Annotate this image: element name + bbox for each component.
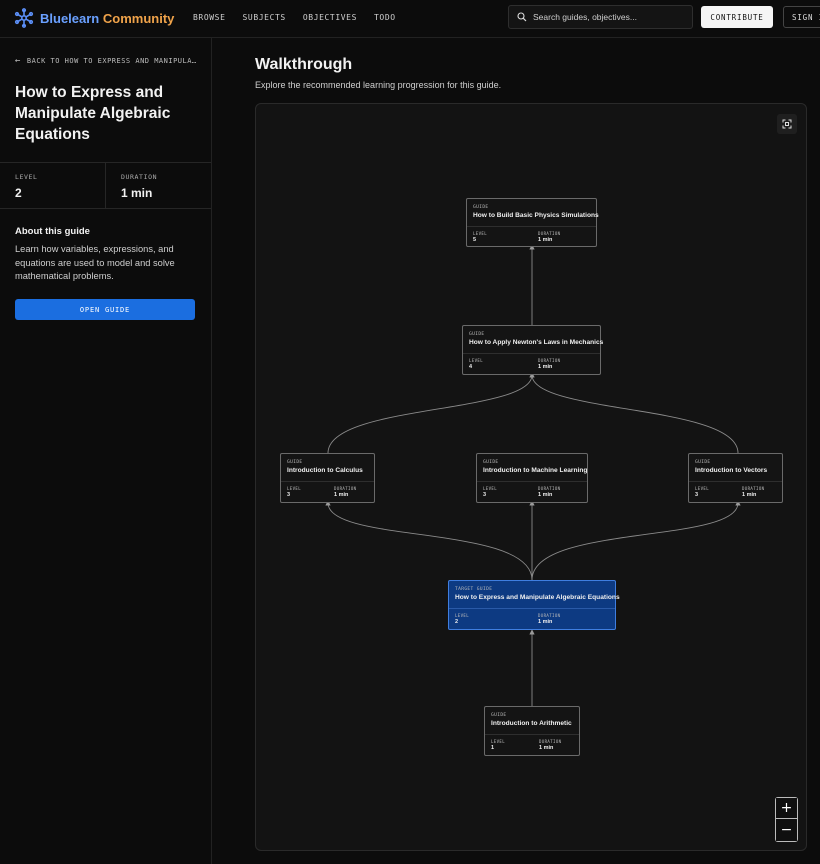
graph-node-vectors[interactable]: GUIDE Introduction to Vectors LEVEL 3 DU… <box>688 453 783 503</box>
open-guide-button[interactable]: OPEN GUIDE <box>15 299 195 320</box>
node-level-label: LEVEL <box>483 486 498 491</box>
node-duration-value: 1 min <box>538 492 553 498</box>
page-title: Walkthrough <box>255 56 353 73</box>
walkthrough-graph-canvas[interactable]: GUIDE How to Build Basic Physics Simulat… <box>255 103 807 851</box>
guide-stats: LEVEL 2 DURATION 1 min <box>0 162 211 209</box>
node-title: Introduction to Calculus <box>287 467 363 474</box>
nav-objectives[interactable]: OBJECTIVES <box>303 13 357 22</box>
graph-node-arithmetic[interactable]: GUIDE Introduction to Arithmetic LEVEL 1… <box>484 706 580 756</box>
node-type: GUIDE <box>469 332 485 337</box>
node-duration-label: DURATION <box>538 358 561 363</box>
search-input[interactable] <box>533 12 683 22</box>
brand-logo[interactable]: Bluelearn Community <box>14 8 174 28</box>
node-title: Introduction to Arithmetic <box>491 720 572 727</box>
node-divider <box>485 734 579 735</box>
sign-in-button[interactable]: SIGN IN <box>783 6 820 28</box>
node-level-value: 3 <box>483 492 487 498</box>
node-duration-label: DURATION <box>742 486 765 491</box>
node-duration-label: DURATION <box>538 486 561 491</box>
node-title: Introduction to Machine Learning <box>483 467 588 474</box>
level-value: 2 <box>15 186 22 200</box>
zoom-controls: + − <box>775 797 798 842</box>
node-level-label: LEVEL <box>473 231 488 236</box>
node-title: How to Apply Newton's Laws in Mechanics <box>469 339 604 346</box>
search-box <box>508 5 693 29</box>
node-divider <box>477 481 587 482</box>
search-icon <box>517 12 527 22</box>
nav-subjects[interactable]: SUBJECTS <box>243 13 286 22</box>
node-divider <box>281 481 374 482</box>
node-type: GUIDE <box>483 460 499 465</box>
edge-calculus-newton <box>327 372 535 454</box>
node-duration-label: DURATION <box>538 231 561 236</box>
fit-view-icon <box>782 119 792 129</box>
guide-sidebar: ← BACK TO HOW TO EXPRESS AND MANIPULA… H… <box>0 38 212 864</box>
node-level-label: LEVEL <box>491 739 506 744</box>
node-divider <box>467 226 596 227</box>
node-level-value: 5 <box>473 237 477 243</box>
node-type: GUIDE <box>473 205 489 210</box>
node-duration-label: DURATION <box>334 486 357 491</box>
duration-stat: DURATION 1 min <box>105 163 211 208</box>
graph-node-calculus[interactable]: GUIDE Introduction to Calculus LEVEL 3 D… <box>280 453 375 503</box>
arrow-left-icon: ← <box>15 56 21 66</box>
node-level-value: 2 <box>455 619 459 625</box>
page-subtitle: Explore the recommended learning progres… <box>255 80 502 90</box>
zoom-in-button[interactable]: + <box>775 797 798 819</box>
graph-node-newtons-laws[interactable]: GUIDE How to Apply Newton's Laws in Mech… <box>462 325 604 375</box>
duration-value: 1 min <box>121 186 153 200</box>
node-level-label: LEVEL <box>695 486 710 491</box>
nav-browse[interactable]: BROWSE <box>193 13 226 22</box>
back-link-label: BACK TO HOW TO EXPRESS AND MANIPULA… <box>26 57 197 65</box>
about-heading: About this guide <box>15 226 90 237</box>
node-duration-value: 1 min <box>538 237 553 243</box>
node-duration-value: 1 min <box>334 492 349 498</box>
level-label: LEVEL <box>15 173 38 181</box>
node-level-value: 3 <box>287 492 291 498</box>
node-level-label: LEVEL <box>455 613 470 618</box>
node-duration-value: 1 min <box>742 492 757 498</box>
graph-node-machine-learning[interactable]: GUIDE Introduction to Machine Learning L… <box>476 453 588 503</box>
nav-todo[interactable]: TODO <box>374 13 396 22</box>
node-divider <box>689 481 782 482</box>
node-duration-label: DURATION <box>538 613 561 618</box>
brand-name: Bluelearn Community <box>40 10 175 26</box>
edge-vectors-newton <box>529 372 739 454</box>
edge-algebra-vectors <box>531 500 741 581</box>
node-level-value: 1 <box>491 745 495 751</box>
guide-title: How to Express and Manipulate Algebraic … <box>15 84 171 143</box>
back-link[interactable]: ← BACK TO HOW TO EXPRESS AND MANIPULA… <box>15 56 197 66</box>
node-type: GUIDE <box>695 460 711 465</box>
node-divider <box>463 353 600 354</box>
contribute-button[interactable]: CONTRIBUTE <box>701 6 773 28</box>
node-title: How to Build Basic Physics Simulations <box>473 212 599 219</box>
node-divider <box>449 608 615 609</box>
duration-label: DURATION <box>121 173 158 181</box>
node-level-value: 4 <box>469 364 473 370</box>
node-level-label: LEVEL <box>287 486 302 491</box>
node-duration-value: 1 min <box>538 619 553 625</box>
node-type: TARGET GUIDE <box>455 587 493 592</box>
level-stat: LEVEL 2 <box>0 163 105 208</box>
node-title: Introduction to Vectors <box>695 467 768 474</box>
fit-view-button[interactable] <box>777 114 797 134</box>
node-type: GUIDE <box>491 713 507 718</box>
node-level-label: LEVEL <box>469 358 484 363</box>
about-text: Learn how variables, expressions, and eq… <box>15 244 175 281</box>
node-duration-value: 1 min <box>538 364 553 370</box>
node-level-value: 3 <box>695 492 699 498</box>
node-duration-value: 1 min <box>539 745 554 751</box>
graph-node-physics-simulations[interactable]: GUIDE How to Build Basic Physics Simulat… <box>466 198 599 247</box>
graph-node-target-algebraic-equations[interactable]: TARGET GUIDE How to Express and Manipula… <box>448 580 620 630</box>
node-title: How to Express and Manipulate Algebraic … <box>455 594 620 601</box>
edge-algebra-calculus <box>325 500 533 581</box>
main-nav: BROWSE SUBJECTS OBJECTIVES TODO <box>193 13 396 22</box>
brand-logo-icon <box>14 8 34 28</box>
top-navigation-bar: Bluelearn Community BROWSE SUBJECTS OBJE… <box>0 0 820 38</box>
zoom-out-button[interactable]: − <box>775 819 798 842</box>
node-type: GUIDE <box>287 460 303 465</box>
node-duration-label: DURATION <box>539 739 562 744</box>
